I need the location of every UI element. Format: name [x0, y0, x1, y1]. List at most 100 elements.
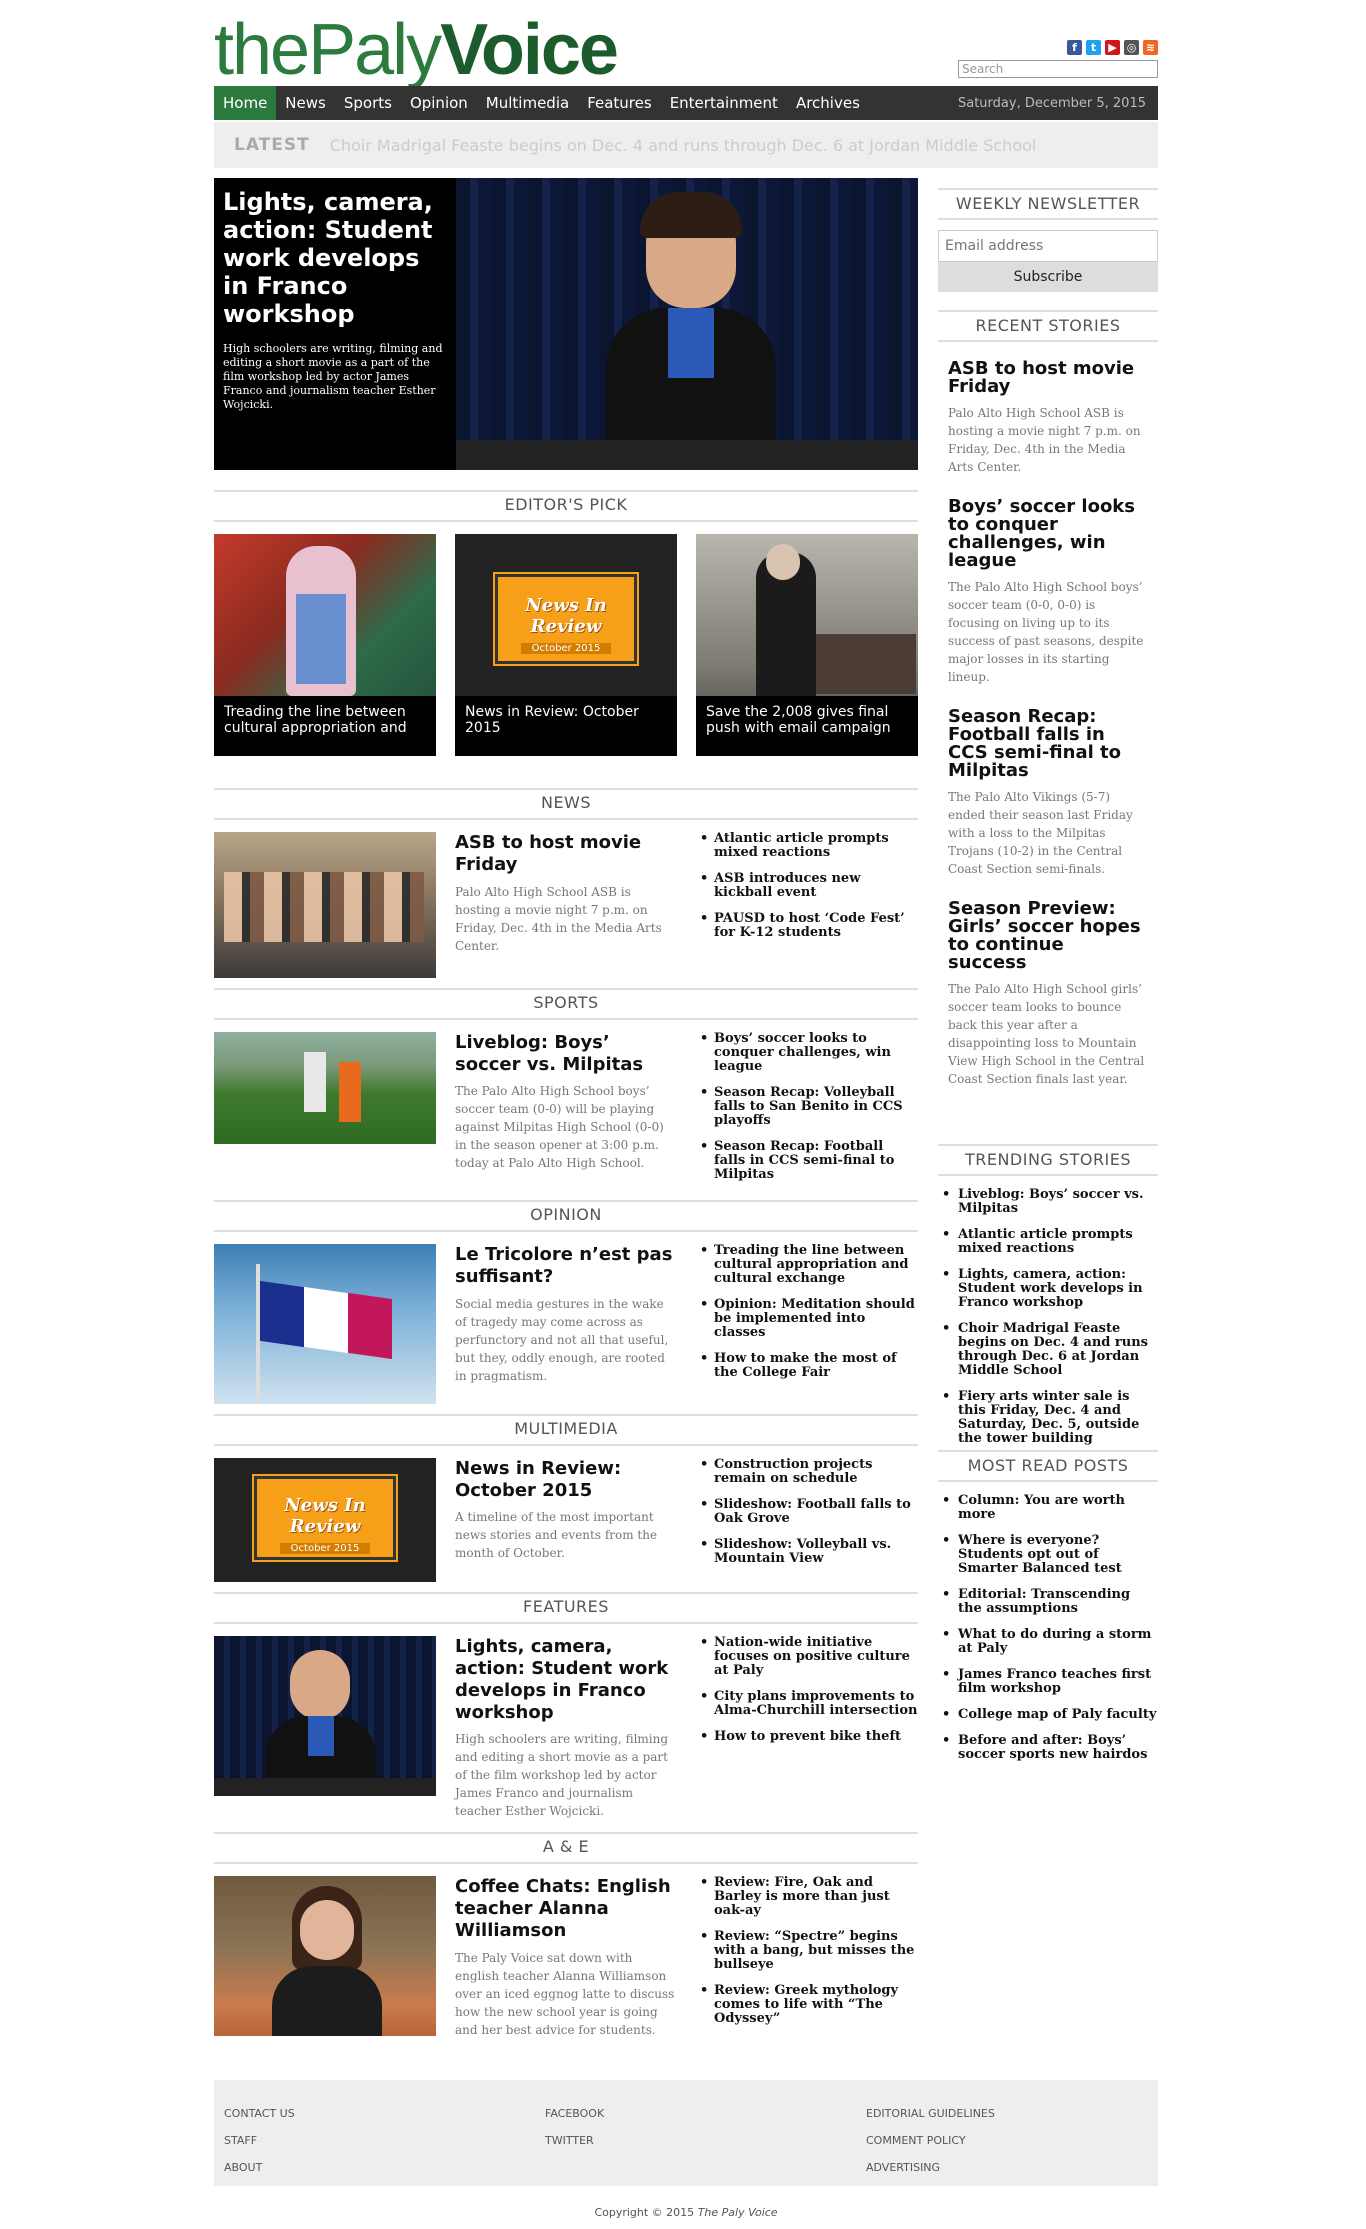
news-story-title[interactable]: ASB to host movie Friday: [455, 832, 677, 876]
list-item[interactable]: College map of Paly faculty: [938, 1708, 1158, 1723]
search-input[interactable]: Search: [958, 60, 1158, 78]
twitter-icon[interactable]: t: [1086, 40, 1101, 55]
footer-link-about[interactable]: ABOUT: [224, 2154, 295, 2181]
rss-icon[interactable]: ≋: [1143, 40, 1158, 55]
footer-link-twitter[interactable]: TWITTER: [545, 2127, 604, 2154]
nav-archives[interactable]: Archives: [787, 86, 869, 120]
news-in-review-graphic: News In Review October 2015: [493, 572, 639, 666]
recent-story[interactable]: ASB to host movie Friday Palo Alto High …: [938, 360, 1158, 476]
ae-story-desc: The Paly Voice sat down with english tea…: [455, 1951, 675, 2037]
ae-thumbnail[interactable]: [214, 1876, 436, 2036]
recent-story-desc: The Palo Alto Vikings (5-7) ended their …: [948, 790, 1133, 876]
pick-card[interactable]: News In Review October 2015 News in Revi…: [455, 534, 677, 756]
news-in-review-graphic: News In Review October 2015: [252, 1474, 398, 1562]
youtube-icon[interactable]: ▶: [1105, 40, 1120, 55]
list-item[interactable]: Boys’ soccer looks to conquer challenges…: [698, 1032, 918, 1074]
instagram-icon[interactable]: ◎: [1124, 40, 1139, 55]
nav-opinion[interactable]: Opinion: [401, 86, 477, 120]
nav-news[interactable]: News: [276, 86, 335, 120]
sports-story-desc: The Palo Alto High School boys’ soccer t…: [455, 1084, 664, 1170]
sports-more-list: Boys’ soccer looks to conquer challenges…: [698, 1032, 918, 1194]
recent-story[interactable]: Season Recap: Football falls in CCS semi…: [938, 708, 1158, 878]
list-item[interactable]: Review: Fire, Oak and Barley is more tha…: [698, 1876, 918, 1918]
site-logo[interactable]: thePalyVoice: [214, 14, 619, 86]
recent-story[interactable]: Season Preview: Girls’ soccer hopes to c…: [938, 900, 1158, 1088]
list-item[interactable]: Atlantic article prompts mixed reactions: [938, 1228, 1158, 1256]
list-item[interactable]: Editorial: Transcending the assumptions: [938, 1588, 1158, 1616]
opinion-story-title[interactable]: Le Tricolore n’est pas suffisant?: [455, 1244, 677, 1288]
sidebar: WEEKLY NEWSLETTER Subscribe RECENT STORI…: [938, 188, 1158, 1088]
sports-story-title[interactable]: Liveblog: Boys’ soccer vs. Milpitas: [455, 1032, 677, 1076]
recent-story-title[interactable]: Boys’ soccer looks to conquer challenges…: [948, 498, 1148, 570]
list-item[interactable]: How to make the most of the College Fair: [698, 1352, 918, 1380]
copyright: Copyright © 2015 The Paly Voice: [214, 2206, 1158, 2219]
opinion-thumbnail[interactable]: [214, 1244, 436, 1404]
list-item[interactable]: Treading the line between cultural appro…: [698, 1244, 918, 1286]
recent-story-title[interactable]: ASB to host movie Friday: [948, 360, 1148, 396]
list-item[interactable]: PAUSD to host ‘Code Fest’ for K-12 stude…: [698, 912, 918, 940]
featured-desc: High schoolers are writing, filming and …: [223, 342, 443, 411]
features-story-title[interactable]: Lights, camera, action: Student work dev…: [455, 1636, 677, 1724]
featured-title[interactable]: Lights, camera, action: Student work dev…: [223, 188, 447, 328]
multimedia-thumbnail[interactable]: News In Review October 2015: [214, 1458, 436, 1582]
list-item[interactable]: City plans improvements to Alma-Churchil…: [698, 1690, 918, 1718]
pick-caption: Treading the line between cultural appro…: [214, 696, 436, 756]
list-item[interactable]: Where is everyone? Students opt out of S…: [938, 1534, 1158, 1576]
list-item[interactable]: Fiery arts winter sale is this Friday, D…: [938, 1390, 1158, 1446]
list-item[interactable]: Lights, camera, action: Student work dev…: [938, 1268, 1158, 1310]
latest-headline[interactable]: Choir Madrigal Feaste begins on Dec. 4 a…: [310, 136, 1037, 155]
list-item[interactable]: Opinion: Meditation should be implemente…: [698, 1298, 918, 1340]
features-more-list: Nation-wide initiative focuses on positi…: [698, 1636, 918, 1756]
list-item[interactable]: Atlantic article prompts mixed reactions: [698, 832, 918, 860]
featured-story[interactable]: Lights, camera, action: Student work dev…: [214, 178, 918, 470]
subscribe-button[interactable]: Subscribe: [938, 262, 1158, 292]
nav-features[interactable]: Features: [578, 86, 661, 120]
features-thumbnail[interactable]: [214, 1636, 436, 1796]
footer-link-contact[interactable]: CONTACT US: [224, 2100, 295, 2127]
list-item[interactable]: Season Recap: Volleyball falls to San Be…: [698, 1086, 918, 1128]
recent-story-title[interactable]: Season Preview: Girls’ soccer hopes to c…: [948, 900, 1148, 972]
nav-home[interactable]: Home: [214, 86, 277, 120]
list-item[interactable]: Slideshow: Volleyball vs. Mountain View: [698, 1538, 918, 1566]
most-read-heading: MOST READ POSTS: [938, 1450, 1158, 1482]
sports-thumbnail[interactable]: [214, 1032, 436, 1144]
news-heading: NEWS: [214, 788, 918, 820]
ae-more-list: Review: Fire, Oak and Barley is more tha…: [698, 1876, 918, 2038]
news-thumbnail[interactable]: [214, 832, 436, 978]
list-item[interactable]: Review: “Spectre” begins with a bang, bu…: [698, 1930, 918, 1972]
ae-story-title[interactable]: Coffee Chats: English teacher Alanna Wil…: [455, 1876, 677, 1942]
list-item[interactable]: What to do during a storm at Paly: [938, 1628, 1158, 1656]
latest-label: LATEST: [234, 135, 310, 155]
opinion-heading: OPINION: [214, 1200, 918, 1232]
list-item[interactable]: ASB introduces new kickball event: [698, 872, 918, 900]
footer-link-comment-policy[interactable]: COMMENT POLICY: [866, 2127, 995, 2154]
recent-story-desc: Palo Alto High School ASB is hosting a m…: [948, 406, 1141, 474]
list-item[interactable]: How to prevent bike theft: [698, 1730, 918, 1745]
recent-story-title[interactable]: Season Recap: Football falls in CCS semi…: [948, 708, 1148, 780]
facebook-icon[interactable]: f: [1067, 40, 1082, 55]
list-item[interactable]: James Franco teaches first film workshop: [938, 1668, 1158, 1696]
footer-link-facebook[interactable]: FACEBOOK: [545, 2100, 604, 2127]
recent-story[interactable]: Boys’ soccer looks to conquer challenges…: [938, 498, 1158, 686]
pick-card[interactable]: Treading the line between cultural appro…: [214, 534, 436, 756]
multimedia-story-title[interactable]: News in Review: October 2015: [455, 1458, 677, 1502]
nav-multimedia[interactable]: Multimedia: [477, 86, 578, 120]
ae-heading: A & E: [214, 1832, 918, 1864]
list-item[interactable]: Choir Madrigal Feaste begins on Dec. 4 a…: [938, 1322, 1158, 1378]
list-item[interactable]: Column: You are worth more: [938, 1494, 1158, 1522]
email-field[interactable]: [938, 230, 1158, 262]
nav-entertainment[interactable]: Entertainment: [661, 86, 787, 120]
list-item[interactable]: Season Recap: Football falls in CCS semi…: [698, 1140, 918, 1182]
list-item[interactable]: Before and after: Boys’ soccer sports ne…: [938, 1734, 1158, 1762]
list-item[interactable]: Slideshow: Football falls to Oak Grove: [698, 1498, 918, 1526]
list-item[interactable]: Liveblog: Boys’ soccer vs. Milpitas: [938, 1188, 1158, 1216]
pick-card[interactable]: Save the 2,008 gives final push with ema…: [696, 534, 918, 756]
list-item[interactable]: Nation-wide initiative focuses on positi…: [698, 1636, 918, 1678]
footer-link-guidelines[interactable]: EDITORIAL GUIDELINES: [866, 2100, 995, 2127]
list-item[interactable]: Construction projects remain on schedule: [698, 1458, 918, 1486]
footer-link-advertising[interactable]: ADVERTISING: [866, 2154, 995, 2181]
footer-link-staff[interactable]: STAFF: [224, 2127, 295, 2154]
multimedia-story-desc: A timeline of the most important news st…: [455, 1510, 658, 1560]
nav-sports[interactable]: Sports: [335, 86, 401, 120]
list-item[interactable]: Review: Greek mythology comes to life wi…: [698, 1984, 918, 2026]
